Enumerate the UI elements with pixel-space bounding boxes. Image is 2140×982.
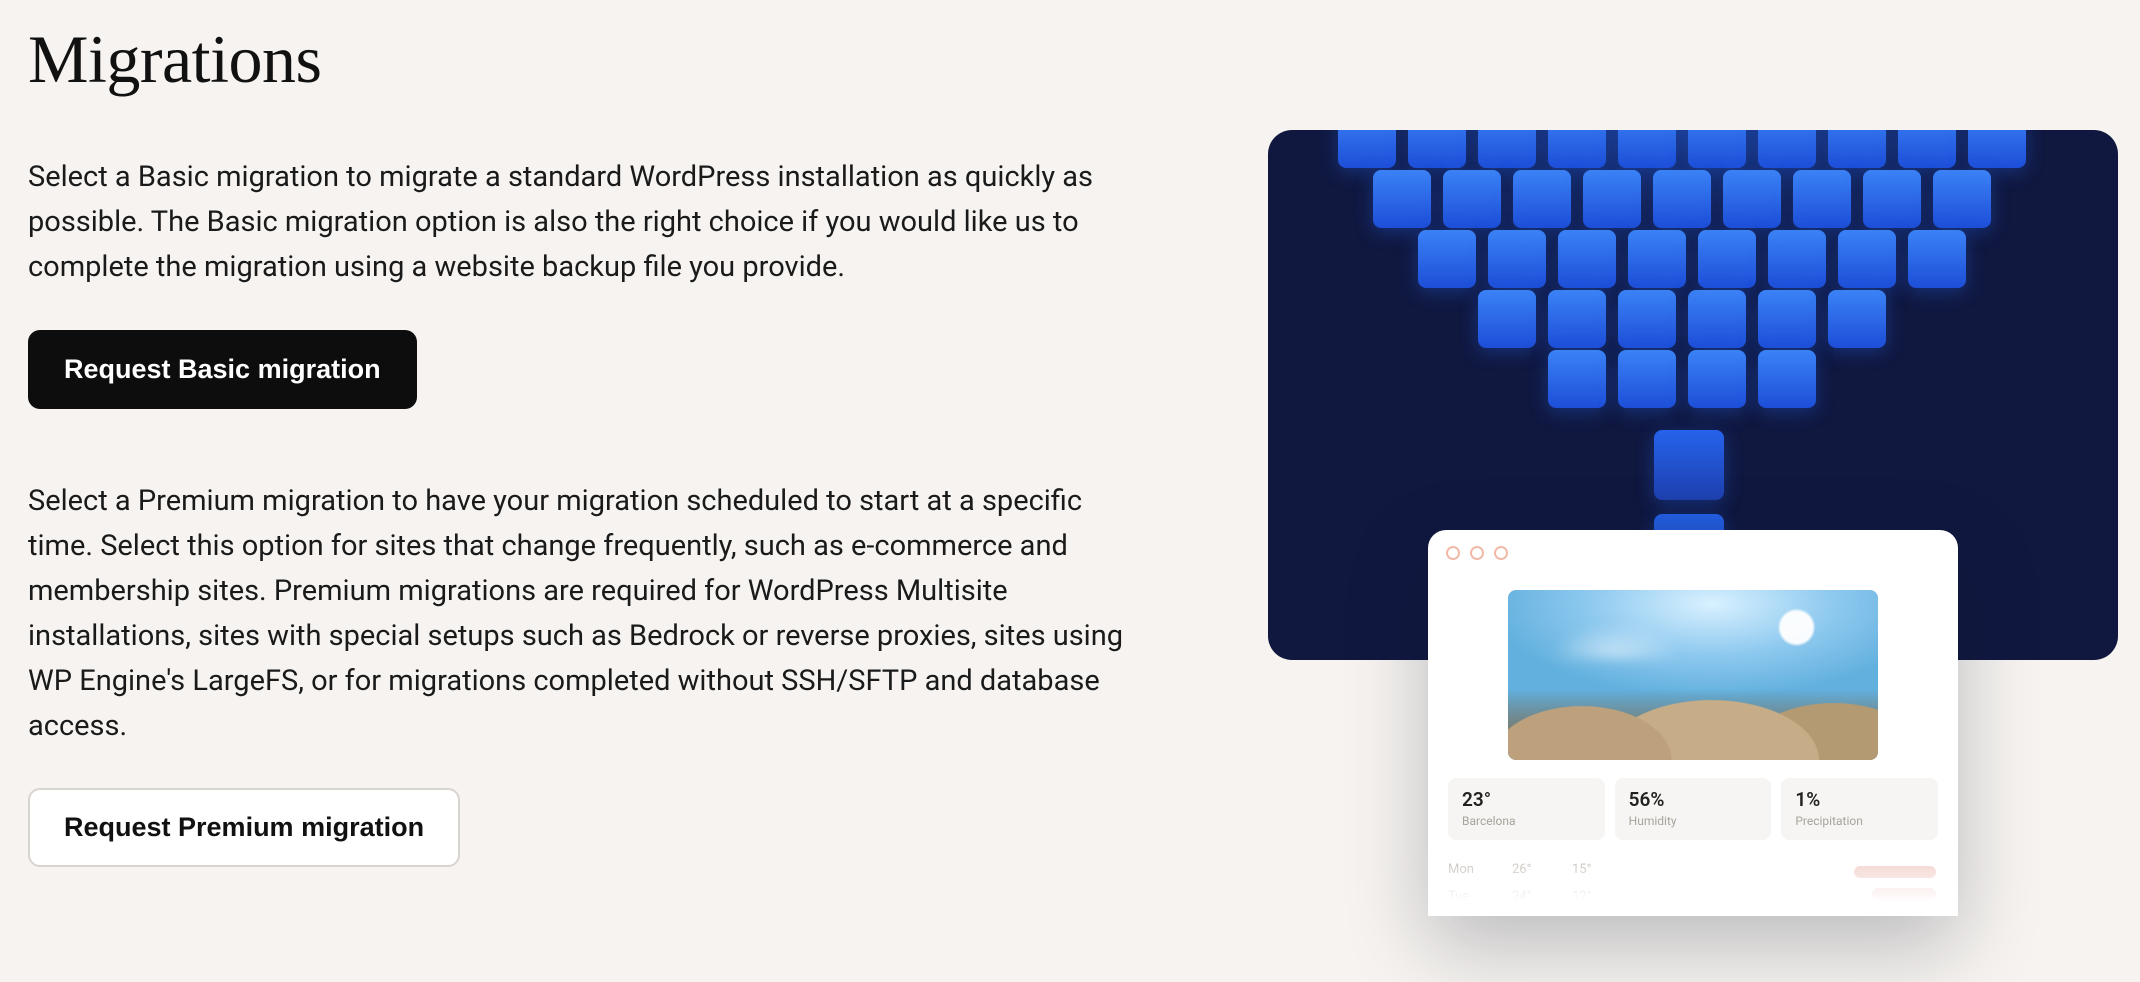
stat-tile: 1% Precipitation — [1781, 778, 1938, 840]
placeholder-bar — [1854, 866, 1936, 878]
window-dot-icon — [1494, 546, 1508, 560]
request-premium-migration-button[interactable]: Request Premium migration — [28, 788, 460, 867]
window-controls — [1428, 530, 1958, 576]
illustration: 23° Barcelona 56% Humidity 1% Precipitat… — [1268, 130, 2118, 660]
stat-label: Precipitation — [1795, 814, 1924, 828]
stat-label: Humidity — [1629, 814, 1758, 828]
forecast-day: Mon — [1448, 862, 1488, 877]
forecast-high: 26° — [1512, 862, 1548, 877]
page-title: Migrations — [28, 20, 1148, 99]
stat-value: 23° — [1462, 788, 1591, 811]
placeholder-bar — [1872, 888, 1936, 900]
stat-tile: 56% Humidity — [1615, 778, 1772, 840]
premium-migration-description: Select a Premium migration to have your … — [28, 479, 1148, 749]
request-basic-migration-button[interactable]: Request Basic migration — [28, 330, 417, 409]
preview-image — [1508, 590, 1878, 760]
stat-value: 1% — [1795, 788, 1924, 811]
forecast-low: 12° — [1572, 889, 1608, 904]
forecast-row: Tue 24° 12° — [1448, 883, 1938, 910]
basic-migration-description: Select a Basic migration to migrate a st… — [28, 155, 1148, 290]
stat-label: Barcelona — [1462, 814, 1591, 828]
stat-tile: 23° Barcelona — [1448, 778, 1605, 840]
forecast-high: 24° — [1512, 889, 1548, 904]
stat-value: 56% — [1629, 788, 1758, 811]
forecast-day: Tue — [1448, 889, 1488, 904]
preview-browser-card: 23° Barcelona 56% Humidity 1% Precipitat… — [1428, 530, 1958, 916]
forecast-low: 15° — [1572, 862, 1608, 877]
window-dot-icon — [1446, 546, 1460, 560]
window-dot-icon — [1470, 546, 1484, 560]
